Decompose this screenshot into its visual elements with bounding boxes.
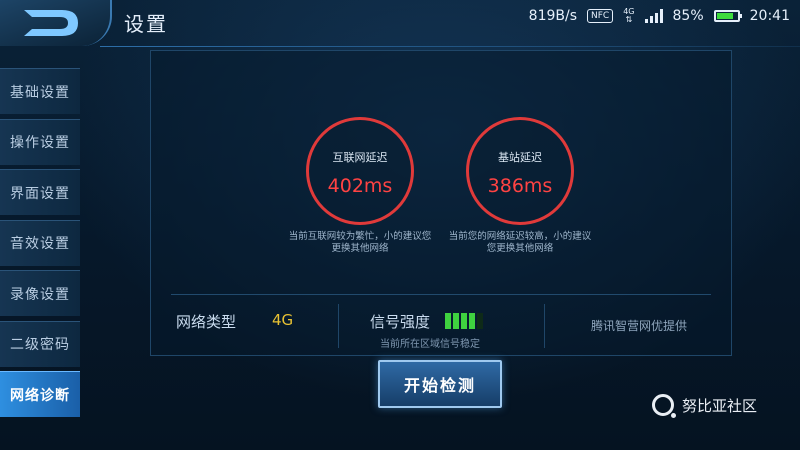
nfc-icon: NFC: [587, 9, 614, 23]
info-separator: [338, 304, 339, 348]
back-button[interactable]: [0, 0, 112, 46]
cell-signal-icon: [644, 9, 663, 23]
nubia-logo-icon: [652, 394, 676, 418]
base-station-latency-note: 当前您的网络延迟较高，小的建议您更换其他网络: [448, 231, 592, 254]
battery-percent: 85%: [672, 8, 704, 24]
sidebar-item-label: 界面设置: [10, 185, 70, 202]
back-logo-icon: [24, 10, 78, 36]
sidebar-item-label: 操作设置: [10, 135, 70, 151]
panel-divider: [171, 294, 711, 295]
signal-strength-label: 信号强度: [370, 313, 431, 331]
signal-bar: [461, 313, 467, 329]
info-separator: [544, 304, 545, 348]
signal-bar: [445, 313, 451, 329]
sidebar-item-label: 二级密码: [10, 337, 70, 353]
sidebar-item-interface[interactable]: 界面设置: [0, 169, 80, 215]
base-station-latency-value: 386ms: [487, 175, 553, 197]
sidebar-item-label: 音效设置: [10, 236, 70, 252]
base-station-latency-label: 基站延迟: [498, 151, 542, 164]
watermark-text: 努比亚社区: [682, 396, 758, 415]
base-station-latency-gauge: 基站延迟 386ms: [466, 117, 574, 225]
start-test-button[interactable]: 开始检测: [378, 360, 502, 408]
status-bar: 819B/s NFC 4G ⇅ 85% 20:41: [480, 0, 800, 32]
network-diagnosis-panel: 互联网延迟 402ms 当前互联网较为繁忙，小的建议您更换其他网络 基站延迟 3…: [150, 50, 732, 356]
sidebar-item-label: 录像设置: [10, 286, 70, 303]
internet-latency-value: 402ms: [327, 175, 393, 197]
signal-bar: [469, 313, 475, 329]
internet-latency-label: 互联网延迟: [332, 151, 388, 164]
network-type-value: 4G: [272, 311, 294, 329]
clock: 20:41: [749, 8, 790, 24]
battery-icon: [713, 10, 742, 22]
signal-bar: [453, 313, 459, 329]
network-type-label: 网络类型: [176, 313, 237, 331]
internet-latency-gauge: 互联网延迟 402ms: [306, 117, 414, 225]
signal-bar: [477, 313, 483, 329]
sidebar-item-recording[interactable]: 录像设置: [0, 270, 80, 316]
sidebar-item-controls[interactable]: 操作设置: [0, 118, 80, 165]
signal-strength-bars: [445, 313, 483, 329]
header-divider: [100, 46, 800, 47]
battery-level: [716, 13, 734, 19]
sidebar-item-label: 基础设置: [10, 84, 70, 101]
sidebar-item-secondary-password[interactable]: 二级密码: [0, 320, 80, 367]
page-title: 设置: [124, 12, 168, 36]
sidebar-item-basic[interactable]: 基础设置: [0, 68, 80, 114]
internet-latency-note: 当前互联网较为繁忙，小的建议您更换其他网络: [288, 231, 432, 254]
sidebar-item-label: 网络诊断: [10, 387, 70, 404]
mobile-data-icon: 4G ⇅: [623, 7, 635, 24]
sidebar-item-network-diagnosis[interactable]: 网络诊断: [0, 371, 80, 417]
signal-note: 当前所在区域信号稳定: [380, 339, 480, 350]
network-speed: 819B/s: [528, 8, 578, 24]
sidebar-item-audio[interactable]: 音效设置: [0, 219, 80, 266]
settings-sidebar: 基础设置 操作设置 界面设置 音效设置 录像设置 二级密码 网络诊断: [0, 68, 80, 422]
provider-credit: 腾讯智营网优提供: [591, 319, 688, 333]
community-watermark: 努比亚社区: [652, 394, 758, 418]
